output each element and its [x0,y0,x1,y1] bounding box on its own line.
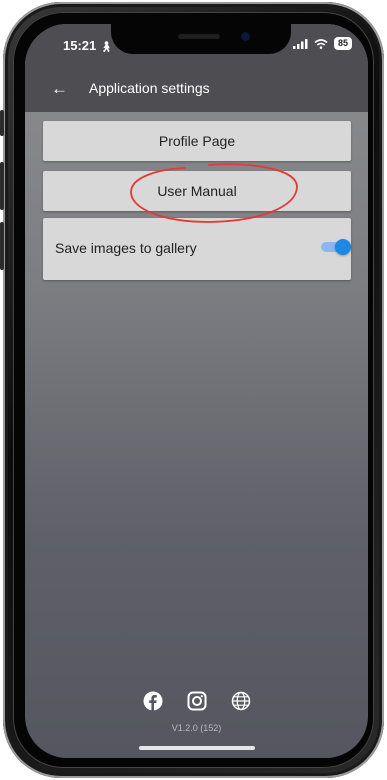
home-indicator[interactable] [139,746,255,750]
toggle-knob[interactable] [335,239,351,255]
wifi-icon [314,38,328,49]
volume-up-button [0,162,4,210]
phone-frame: 15:21 🚶︎ 85 ← Application settings Profi… [0,2,384,778]
location-icon: 🚶︎ [99,42,113,53]
silent-switch [0,110,4,136]
save-images-setting: Save images to gallery [43,218,351,280]
globe-icon[interactable] [230,690,252,712]
status-time: 15:21 🚶︎ [63,38,113,53]
battery-indicator: 85 [333,37,352,50]
user-manual-button[interactable]: User Manual [43,171,351,211]
save-images-label: Save images to gallery [55,240,197,256]
front-camera [241,32,250,41]
facebook-icon[interactable] [142,690,164,712]
time-text: 15:21 [63,38,97,53]
notch [111,24,291,54]
back-arrow-icon[interactable]: ← [51,79,68,99]
instagram-icon[interactable] [186,690,208,712]
app-version: V1.2.0 (152) [171,723,222,733]
speaker [178,34,220,39]
top-bar: 15:21 🚶︎ 85 ← Application settings [25,24,368,112]
app-screen: 15:21 🚶︎ 85 ← Application settings Profi… [25,24,368,758]
footer-social-links [25,690,368,712]
page-title: Application settings [89,80,210,96]
signal-icon [292,38,308,49]
profile-page-button[interactable]: Profile Page [43,121,351,161]
volume-down-button [0,222,4,270]
status-indicators: 85 [292,37,352,50]
